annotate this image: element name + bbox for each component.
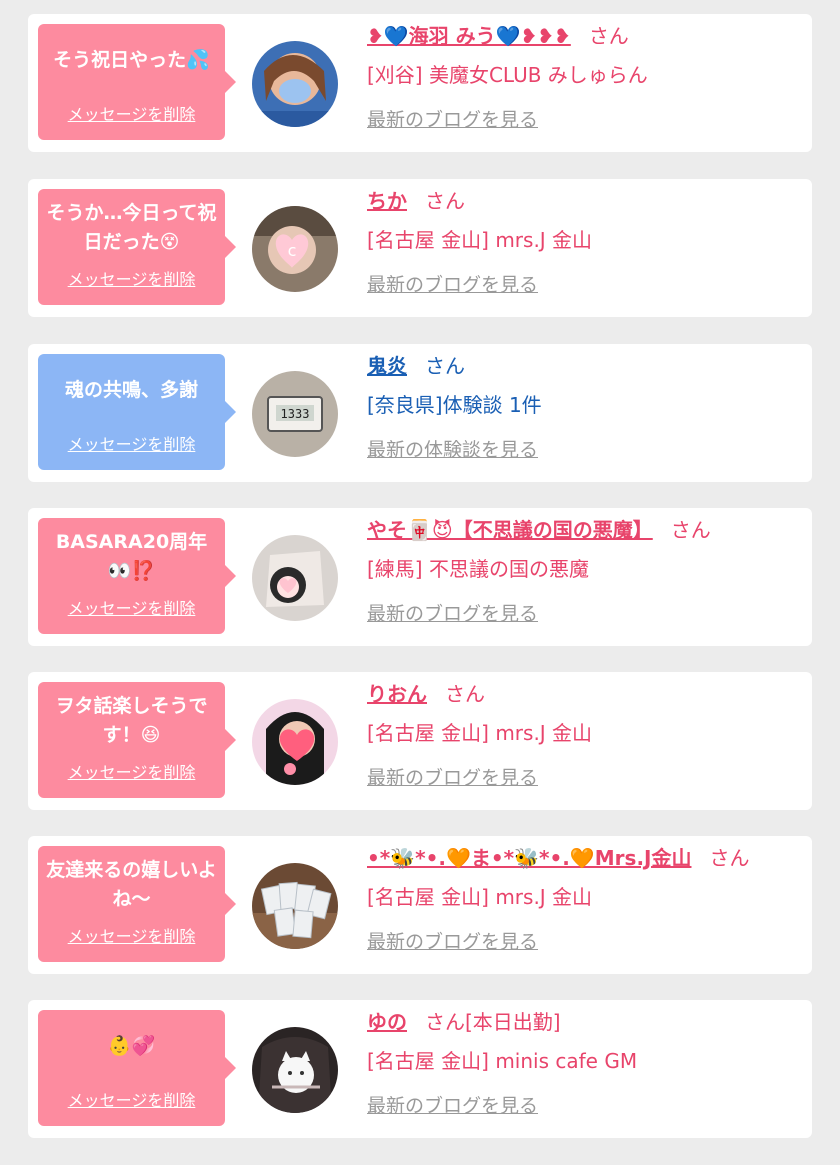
avatar[interactable]: c (252, 206, 338, 292)
shop-label: [刈谷] 美魔女CLUB みしゅらん (367, 63, 648, 87)
message-card: 👶💞 メッセージを削除 ゆの さん[本日出勤] [名古屋 金山] minis ca… (28, 1000, 812, 1138)
latest-report-link[interactable]: 最新の体験談を見る (367, 437, 538, 463)
user-name-link[interactable]: •*🐝*•.🧡ま•*🐝*•.🧡Mrs.J金山 (367, 846, 691, 870)
message-bubble: 魂の共鳴、多謝 メッセージを削除 (38, 354, 236, 470)
message-bubble: BASARA20周年👀⁉️ メッセージを削除 (38, 518, 236, 634)
message-bubble: そう祝日やった💦 メッセージを削除 (38, 24, 236, 140)
message-bubble: ヲタ話楽しそうです！😆 メッセージを削除 (38, 682, 236, 798)
message-card: BASARA20周年👀⁉️ メッセージを削除 やそ🀄😈【不思議の国の悪魔】 さん … (28, 508, 812, 646)
message-card: ヲタ話楽しそうです！😆 メッセージを削除 りおん さん [名古屋 金山] mrs.… (28, 672, 812, 810)
message-text: BASARA20周年👀⁉️ (55, 531, 208, 582)
san-label: さん (709, 846, 750, 870)
message-text: 友達来るの嬉しいよね〜 (46, 859, 217, 910)
shop-label: [名古屋 金山] minis cafe GM (367, 1049, 638, 1073)
message-text: ヲタ話楽しそうです！😆 (55, 695, 208, 746)
san-label: さん (445, 682, 485, 706)
san-label: さん (425, 189, 465, 213)
latest-blog-link[interactable]: 最新のブログを見る (367, 601, 538, 627)
shop-label: [名古屋 金山] mrs.J 金山 (367, 721, 593, 745)
shop-label: [奈良県]体験談 1件 (367, 393, 542, 417)
san-label: さん (425, 354, 465, 378)
user-name-link[interactable]: ちか (367, 189, 407, 213)
delete-message-link[interactable]: メッセージを削除 (38, 595, 225, 619)
delete-message-link[interactable]: メッセージを削除 (38, 101, 225, 125)
latest-blog-link[interactable]: 最新のブログを見る (367, 929, 538, 955)
avatar[interactable] (252, 41, 338, 127)
latest-blog-link[interactable]: 最新のブログを見る (367, 1093, 538, 1119)
svg-text:c: c (288, 241, 297, 260)
message-text: 魂の共鳴、多謝 (64, 379, 198, 401)
message-text: そうか…今日って祝日だった😵 (46, 202, 217, 253)
message-card: 魂の共鳴、多謝 メッセージを削除 1333 鬼炎 さん [奈良県]体験談 1件 最… (28, 344, 812, 482)
avatar[interactable] (252, 1027, 338, 1113)
user-name-link[interactable]: ゆの (367, 1010, 407, 1034)
latest-blog-link[interactable]: 最新のブログを見る (367, 272, 538, 298)
avatar[interactable] (252, 699, 338, 785)
avatar[interactable]: 1333 (252, 371, 338, 457)
message-list: そう祝日やった💦 メッセージを削除 ❥💙海羽 みう💙❥❥❥ さん [刈谷] 美魔女… (0, 0, 840, 1165)
message-bubble: 👶💞 メッセージを削除 (38, 1010, 236, 1126)
message-text: そう祝日やった💦 (53, 49, 210, 71)
avatar[interactable] (252, 863, 338, 949)
message-card: そう祝日やった💦 メッセージを削除 ❥💙海羽 みう💙❥❥❥ さん [刈谷] 美魔女… (28, 14, 812, 152)
message-bubble: 友達来るの嬉しいよね〜 メッセージを削除 (38, 846, 236, 962)
shop-label: [名古屋 金山] mrs.J 金山 (367, 885, 593, 909)
san-label: さん (670, 518, 711, 542)
message-card: 友達来るの嬉しいよね〜 メッセージを削除 •*🐝*•.🧡ま•*🐝*•.🧡Mrs.… (28, 836, 812, 974)
shop-label: [練馬] 不思議の国の悪魔 (367, 557, 589, 581)
user-name-link[interactable]: りおん (367, 682, 427, 706)
san-label: さん[本日出勤] (425, 1010, 561, 1034)
message-bubble: そうか…今日って祝日だった😵 メッセージを削除 (38, 189, 236, 305)
message-card: そうか…今日って祝日だった😵 メッセージを削除 c ちか さん [名古屋 金山] … (28, 179, 812, 317)
delete-message-link[interactable]: メッセージを削除 (38, 431, 225, 455)
svg-text:1333: 1333 (281, 407, 310, 421)
shop-label: [名古屋 金山] mrs.J 金山 (367, 228, 593, 252)
latest-blog-link[interactable]: 最新のブログを見る (367, 765, 538, 791)
delete-message-link[interactable]: メッセージを削除 (38, 759, 225, 783)
message-text: 👶💞 (107, 1035, 156, 1057)
user-name-link[interactable]: ❥💙海羽 みう💙❥❥❥ (367, 24, 571, 48)
delete-message-link[interactable]: メッセージを削除 (38, 266, 225, 290)
delete-message-link[interactable]: メッセージを削除 (38, 1087, 225, 1111)
latest-blog-link[interactable]: 最新のブログを見る (367, 107, 538, 133)
san-label: さん (588, 24, 629, 48)
delete-message-link[interactable]: メッセージを削除 (38, 923, 225, 947)
user-name-link[interactable]: 鬼炎 (367, 354, 407, 378)
avatar[interactable] (252, 535, 338, 621)
user-name-link[interactable]: やそ🀄😈【不思議の国の悪魔】 (367, 518, 653, 542)
